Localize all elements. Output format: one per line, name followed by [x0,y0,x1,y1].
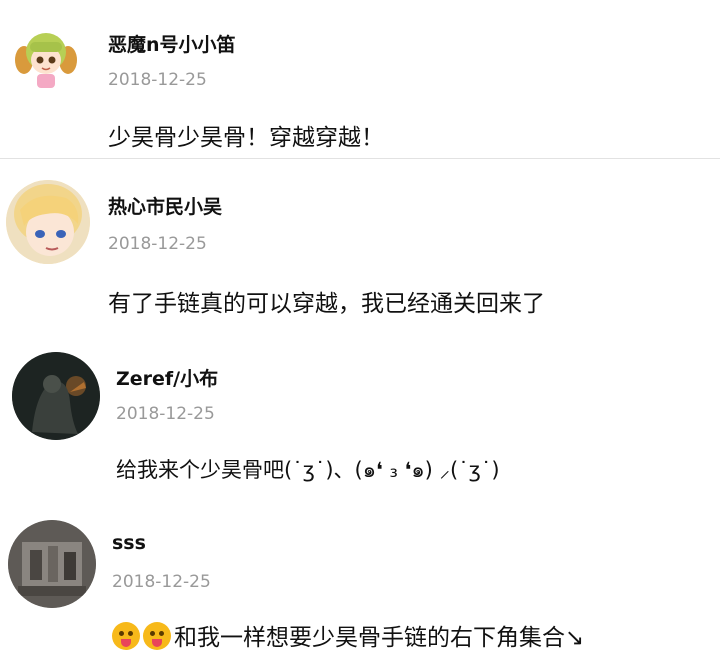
comment-text: 和我一样想要少昊骨手链的右下角集合↘ [112,618,584,652]
comment-item: 恶魔n号小小笛 2018-12-25 少昊骨少昊骨！穿越穿越！ [0,0,720,160]
username[interactable]: 热心市民小吴 [108,192,222,219]
comment-item: 热心市民小吴 2018-12-25 有了手链真的可以穿越，我已经通关回来了 [0,160,720,330]
comment-date: 2018-12-25 [108,234,207,254]
comment-date: 2018-12-25 [108,70,207,90]
comment-date: 2018-12-25 [116,404,215,424]
username[interactable]: Zeref/小布 [116,364,218,391]
stone-scene-avatar-icon [8,520,96,608]
avatar[interactable] [6,180,90,264]
anime-girl-avatar-icon [10,22,82,94]
avatar[interactable] [10,22,82,94]
comment-date: 2018-12-25 [112,572,211,592]
comment-text: 少昊骨少昊骨！穿越穿越！ [108,125,384,151]
tongue-out-emoji-icon [143,622,171,650]
anime-boy-avatar-icon [6,180,90,264]
avatar[interactable] [12,352,100,440]
comment-text-body: 和我一样想要少昊骨手链的右下角集合↘ [174,625,585,651]
tongue-out-emoji-icon [112,622,140,650]
comment-item: Zeref/小布 2018-12-25 给我来个少昊骨吧(˙ʒ˙)、(๑❛ ₃ … [0,330,720,500]
divider [0,158,720,159]
comment-text: 给我来个少昊骨吧(˙ʒ˙)、(๑❛ ₃ ❛๑) ⸝(˙ʒ˙) [116,458,500,482]
comment-item: sss 2018-12-25 和我一样想要少昊骨手链的右下角集合↘ [0,500,720,666]
avatar[interactable] [8,520,96,608]
comment-text: 有了手链真的可以穿越，我已经通关回来了 [108,291,545,317]
dark-figure-avatar-icon [12,352,100,440]
username[interactable]: 恶魔n号小小笛 [108,30,236,57]
username[interactable]: sss [112,532,146,554]
